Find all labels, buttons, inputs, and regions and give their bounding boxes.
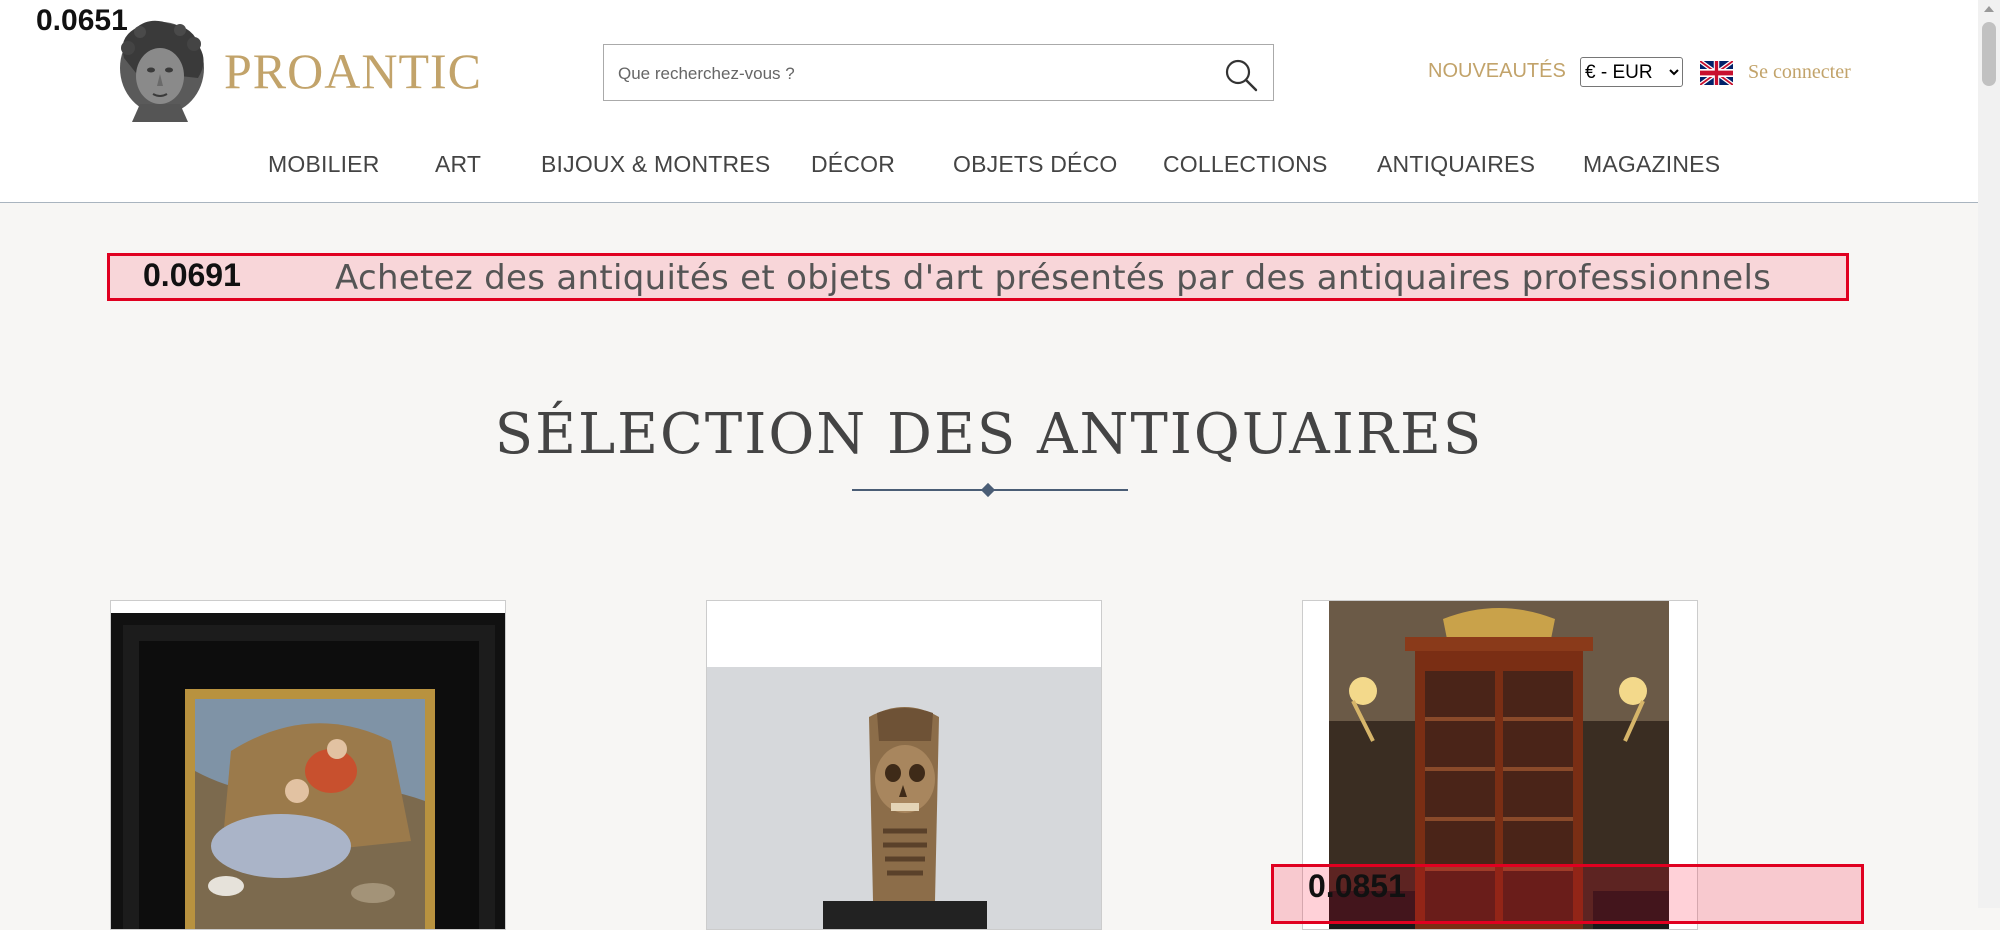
nav-item-antiquaires[interactable]: ANTIQUAIRES xyxy=(1377,151,1535,181)
search-icon[interactable] xyxy=(1223,57,1259,93)
new-arrivals-link[interactable]: NOUVEAUTÉS xyxy=(1428,60,1566,83)
nav-item-collections[interactable]: COLLECTIONS xyxy=(1163,151,1328,181)
nav-item-art[interactable]: ART xyxy=(435,151,481,181)
search-input[interactable] xyxy=(616,57,1200,91)
section-title: SÉLECTION DES ANTIQUAIRES xyxy=(494,402,1484,467)
score-label-bottom: 0.0851 xyxy=(1308,868,1406,904)
product-card-1[interactable] xyxy=(110,600,506,930)
search-box xyxy=(603,44,1274,101)
currency-select[interactable]: € - EUR xyxy=(1580,57,1683,87)
scroll-up-icon[interactable] xyxy=(1984,6,1994,12)
score-label-logo: 0.0651 xyxy=(36,4,128,37)
nav-item-objets-deco[interactable]: OBJETS DÉCO xyxy=(953,151,1118,181)
product-card-2[interactable] xyxy=(706,600,1102,930)
nav-item-magazines[interactable]: MAGAZINES xyxy=(1583,151,1720,181)
title-divider-ornament xyxy=(980,482,996,498)
score-label-tagline: 0.0691 xyxy=(143,257,241,293)
page-scrollbar[interactable] xyxy=(1978,0,2000,908)
framed-painting-image[interactable] xyxy=(111,601,506,930)
nav-item-decor[interactable]: DÉCOR xyxy=(811,151,895,181)
carved-skull-sculpture-image[interactable] xyxy=(707,601,1102,930)
tagline-text: Achetez des antiquités et objets d'art p… xyxy=(335,258,1772,298)
nav-item-bijoux-montres[interactable]: BIJOUX & MONTRES xyxy=(541,151,770,181)
scrollbar-thumb[interactable] xyxy=(1982,22,1996,86)
uk-flag-icon[interactable] xyxy=(1700,61,1733,85)
site-header: 0.0651 PROANTIC NOUVEAUTÉS € - EUR Se co… xyxy=(0,0,1978,203)
login-link[interactable]: Se connecter xyxy=(1748,61,1851,84)
nav-item-mobilier[interactable]: MOBILIER xyxy=(268,151,380,181)
brand-name[interactable]: PROANTIC xyxy=(224,42,482,100)
